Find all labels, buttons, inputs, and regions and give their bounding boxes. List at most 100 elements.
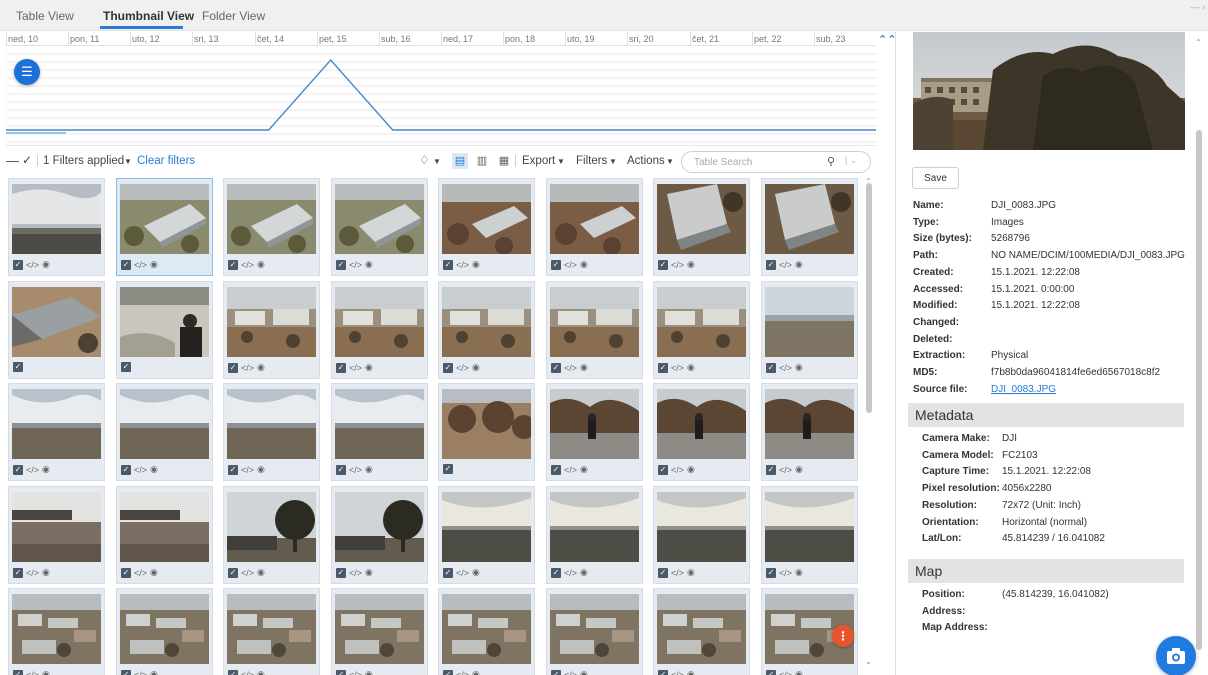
- thumbnail-image[interactable]: [120, 594, 209, 664]
- thumbnail-cell[interactable]: ✓: [438, 383, 535, 481]
- metadata-section-header[interactable]: Metadata: [908, 403, 1184, 427]
- list-menu-icon[interactable]: ☰: [14, 59, 40, 85]
- check-all-icon[interactable]: ✓: [22, 153, 32, 167]
- map-section-header[interactable]: Map: [908, 559, 1184, 583]
- filters-dropdown-icon[interactable]: ▼: [609, 157, 617, 166]
- checkbox-icon[interactable]: ✓: [551, 362, 561, 373]
- thumbnail-image[interactable]: [12, 389, 101, 459]
- thumbnail-cell[interactable]: ✓ </> ◉: [116, 486, 213, 584]
- checkbox-icon[interactable]: ✓: [121, 669, 131, 675]
- tag-icon[interactable]: ♢: [419, 153, 430, 167]
- thumbnail-cell[interactable]: ✓ </> ◉: [116, 588, 213, 675]
- search-options-icon[interactable]: | ⌄: [845, 155, 857, 166]
- thumbnail-cell[interactable]: ✓ </> ◉: [223, 178, 320, 276]
- checkbox-icon[interactable]: ✓: [336, 669, 346, 675]
- thumbnail-image[interactable]: [657, 492, 746, 562]
- thumbnail-cell[interactable]: ✓ </> ◉: [223, 486, 320, 584]
- thumbnail-image[interactable]: [12, 287, 101, 357]
- filters-applied-dropdown-icon[interactable]: ▼: [124, 157, 132, 166]
- thumbnail-image[interactable]: [550, 594, 639, 664]
- panel-divider[interactable]: [895, 32, 896, 675]
- thumbnail-image[interactable]: [550, 492, 639, 562]
- thumbnail-cell[interactable]: ✓ </> ◉: [438, 486, 535, 584]
- timeline-chart[interactable]: ned, 10 pon, 11 uto, 12 sri, 13 čet, 14 pet, …: [6, 32, 876, 146]
- thumbnail-image[interactable]: [335, 594, 424, 664]
- thumbnail-cell[interactable]: ✓ </> ◉: [653, 178, 750, 276]
- table-search-box[interactable]: ⚲ | ⌄: [681, 151, 871, 173]
- thumbnail-cell[interactable]: ✓ </> ◉: [438, 588, 535, 675]
- thumbnail-image[interactable]: [335, 287, 424, 357]
- thumbnail-cell[interactable]: ✓ </> ◉: [116, 383, 213, 481]
- checkbox-icon[interactable]: ✓: [228, 567, 238, 578]
- thumbnail-cell[interactable]: ✓ </> ◉: [331, 383, 428, 481]
- checkbox-icon[interactable]: ✓: [551, 669, 561, 675]
- export-dropdown-icon[interactable]: ▼: [557, 157, 565, 166]
- thumbnail-cell[interactable]: ✓ </> ◉: [761, 281, 858, 379]
- thumbnail-cell[interactable]: ✓ </> ◉: [223, 588, 320, 675]
- thumbnail-cell[interactable]: ✓ </> ◉: [761, 486, 858, 584]
- checkbox-icon[interactable]: ✓: [551, 464, 561, 475]
- image-preview[interactable]: [913, 32, 1185, 150]
- thumbnail-cell[interactable]: ✓ </> ◉: [331, 588, 428, 675]
- thumbnail-image[interactable]: [12, 184, 101, 254]
- actions-dropdown-icon[interactable]: ▼: [666, 157, 674, 166]
- collapse-timeline-icon[interactable]: ⌃⌃: [878, 33, 896, 46]
- camera-icon[interactable]: [1156, 636, 1196, 675]
- checkbox-icon[interactable]: ✓: [336, 259, 346, 270]
- checkbox-icon[interactable]: ✓: [766, 464, 776, 475]
- export-button[interactable]: Export: [522, 155, 555, 167]
- thumbnail-cell[interactable]: ✓ </> ◉: [223, 281, 320, 379]
- window-controls-icon[interactable]: — ›: [1191, 2, 1206, 12]
- thumbnail-cell[interactable]: ✓ </> ◉: [331, 486, 428, 584]
- checkbox-icon[interactable]: ✓: [443, 362, 453, 373]
- thumbnail-image[interactable]: [227, 287, 316, 357]
- collapse-dash-icon[interactable]: —: [6, 153, 19, 168]
- checkbox-icon[interactable]: ✓: [13, 567, 23, 578]
- thumbnail-cell[interactable]: ✓ </> ◉: [653, 588, 750, 675]
- save-button[interactable]: Save: [912, 167, 959, 189]
- checkbox-icon[interactable]: ✓: [658, 567, 668, 578]
- checkbox-icon[interactable]: ✓: [13, 259, 23, 270]
- checkbox-icon[interactable]: ✓: [336, 362, 346, 373]
- checkbox-icon[interactable]: ✓: [658, 259, 668, 270]
- thumbnail-image[interactable]: [227, 389, 316, 459]
- grid-scroll-down-icon[interactable]: ⌄: [865, 657, 872, 666]
- table-search-input[interactable]: [694, 155, 824, 170]
- thumbnail-image[interactable]: [657, 594, 746, 664]
- panel-scrollbar[interactable]: [1196, 130, 1202, 650]
- thumbnail-cell[interactable]: ✓ </> ◉: [653, 383, 750, 481]
- thumbnail-image[interactable]: [442, 287, 531, 357]
- thumbnail-image[interactable]: [120, 287, 209, 357]
- checkbox-icon[interactable]: ✓: [443, 259, 453, 270]
- thumbnail-image[interactable]: [335, 184, 424, 254]
- thumbnail-image[interactable]: [12, 492, 101, 562]
- checkbox-icon[interactable]: ✓: [766, 567, 776, 578]
- thumbnail-image[interactable]: [765, 492, 854, 562]
- panel-scroll-up-icon[interactable]: ⌃: [1195, 38, 1202, 47]
- large-thumbs-icon[interactable]: ▤: [452, 153, 468, 169]
- thumbnail-image[interactable]: [120, 184, 209, 254]
- checkbox-icon[interactable]: ✓: [121, 464, 131, 475]
- thumbnail-cell[interactable]: ✓ </> ◉: [546, 383, 643, 481]
- thumbnail-image[interactable]: [227, 594, 316, 664]
- checkbox-icon[interactable]: ✓: [766, 669, 776, 675]
- checkbox-icon[interactable]: ✓: [336, 464, 346, 475]
- more-options-icon[interactable]: ⋮: [832, 625, 854, 647]
- thumbnail-image[interactable]: [442, 492, 531, 562]
- thumbnail-image[interactable]: [335, 389, 424, 459]
- thumbnail-image[interactable]: [550, 287, 639, 357]
- small-thumbs-icon[interactable]: ▦: [496, 153, 512, 169]
- checkbox-icon[interactable]: ✓: [658, 464, 668, 475]
- checkbox-icon[interactable]: ✓: [443, 669, 453, 675]
- thumbnail-image[interactable]: [120, 389, 209, 459]
- tab-thumbnail-view[interactable]: Thumbnail View: [103, 9, 194, 23]
- thumbnail-image[interactable]: [765, 287, 854, 357]
- thumbnail-cell[interactable]: ✓ </> ◉: [653, 281, 750, 379]
- thumbnail-image[interactable]: [765, 389, 854, 459]
- thumbnail-cell[interactable]: ✓ </> ◉: [653, 486, 750, 584]
- checkbox-icon[interactable]: ✓: [766, 362, 776, 373]
- thumbnail-cell[interactable]: ✓ </> ◉: [546, 178, 643, 276]
- thumbnail-image[interactable]: [657, 389, 746, 459]
- filters-applied-label[interactable]: 1 Filters applied: [43, 155, 124, 167]
- tag-dropdown-icon[interactable]: ▼: [433, 157, 441, 166]
